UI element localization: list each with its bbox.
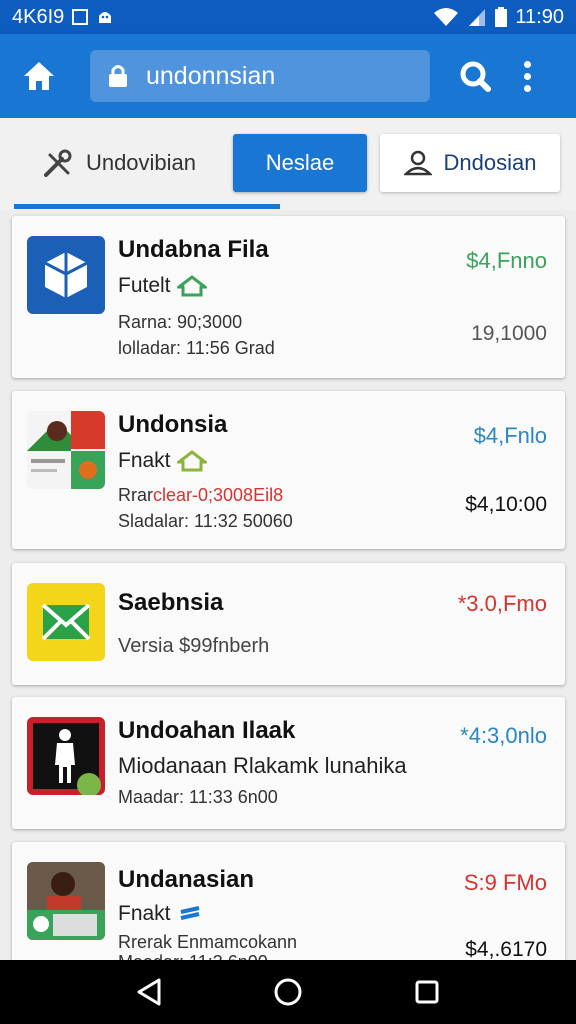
item-price: $4,Fnno [466,248,547,273]
item-title: Undabna Fila [118,236,269,263]
app-thumbnail [27,236,105,314]
search-icon [458,59,492,93]
back-button[interactable] [119,962,179,1022]
item-meta: lolladar: 11:56 Grad [118,338,275,358]
item-subtitle: Fnakt [118,902,203,926]
item-amount: 19,1000 [471,322,547,345]
item-title: Undoahan Ilaak [118,717,296,744]
item-price: *4:3,0nlo [460,723,547,748]
lock-icon [108,64,128,88]
item-title: Undanasian [118,866,255,893]
home-icon [22,60,56,92]
item-title: Undonsia [118,411,228,438]
tab-label: Dndosian [443,150,537,175]
highlight-text: clear-0;3008Eil8 [153,485,284,505]
tag-icon [177,904,203,924]
tab-neslae[interactable]: Neslae [233,134,367,192]
tab-undovibian[interactable]: Undovibian [14,134,224,192]
item-meta: Maadar: 11:33 6n00 [118,787,278,807]
notification-icon [72,9,89,25]
app-bar: undonnsian [0,34,576,118]
person-icon [403,150,432,176]
clock: 11:90 [515,5,564,28]
recents-icon [414,979,440,1005]
wifi-icon [433,7,459,27]
status-text: 4K6I9 [12,5,65,28]
tab-indicator [14,204,280,209]
more-dot [523,84,531,92]
verified-icon [176,275,207,297]
app-thumbnail [27,717,105,795]
status-bar: 4K6I9 11:90 [0,0,576,34]
android-icon [96,8,114,26]
list-item[interactable]: Undonsia Fnakt Rrarclear-0;3008Eil8 Slad… [12,391,565,549]
list-item[interactable]: Undanasian Fnakt Rrerak Enmamcokann Maad… [12,842,565,972]
item-amount: $4,.6170 [465,938,547,961]
list-item[interactable]: Undoahan Ilaak Miodanaan Rlakamk lunahik… [12,697,565,829]
item-amount: $4,10:00 [465,493,547,516]
item-subtitle: Fnakt [118,449,207,473]
more-options-button[interactable] [512,53,542,99]
item-price: $4,Fnlo [473,423,547,448]
back-icon [135,977,163,1007]
app-thumbnail [27,583,105,661]
home-nav-button[interactable] [258,962,318,1022]
signal-icon [467,7,487,27]
item-price: S:9 FMo [463,870,547,895]
search-button[interactable] [452,53,498,99]
more-dot [523,72,531,80]
tab-label: Neslae [265,150,335,175]
url-text: undonnsian [146,61,276,90]
tab-label: Undovibian [85,150,197,175]
home-circle-icon [273,977,303,1007]
item-price: *3.0,Fmo [457,591,547,616]
home-button[interactable] [14,51,64,101]
item-subtitle: Miodanaan Rlakamk lunahika [118,753,407,778]
item-meta: Rarna: 90;3000 [118,312,243,332]
item-meta: Sladalar: 11:32 50060 [118,511,293,531]
item-subtitle: Futelt [118,274,207,298]
recents-button[interactable] [397,962,457,1022]
tab-dndosian[interactable]: Dndosian [380,134,560,192]
verified-icon [176,450,207,472]
list-item[interactable]: Undabna Fila Futelt Rarna: 90;3000 lolla… [12,216,565,378]
item-meta: Rrerak Enmamcokann [118,932,298,952]
system-nav-bar [0,960,576,1024]
more-dot [523,60,531,68]
url-bar[interactable]: undonnsian [90,50,430,102]
item-subtitle: Versia $99fnberh [118,635,270,657]
item-title: Saebnsia [118,589,224,616]
app-thumbnail [27,862,105,940]
tools-icon [42,147,74,179]
app-thumbnail [27,411,105,489]
item-meta: Rrarclear-0;3008Eil8 [118,485,284,505]
list-item[interactable]: Saebnsia Versia $99fnberh *3.0,Fmo [12,563,565,685]
battery-icon [495,7,508,27]
tab-bar: Undovibian Neslae Dndosian [0,118,576,210]
